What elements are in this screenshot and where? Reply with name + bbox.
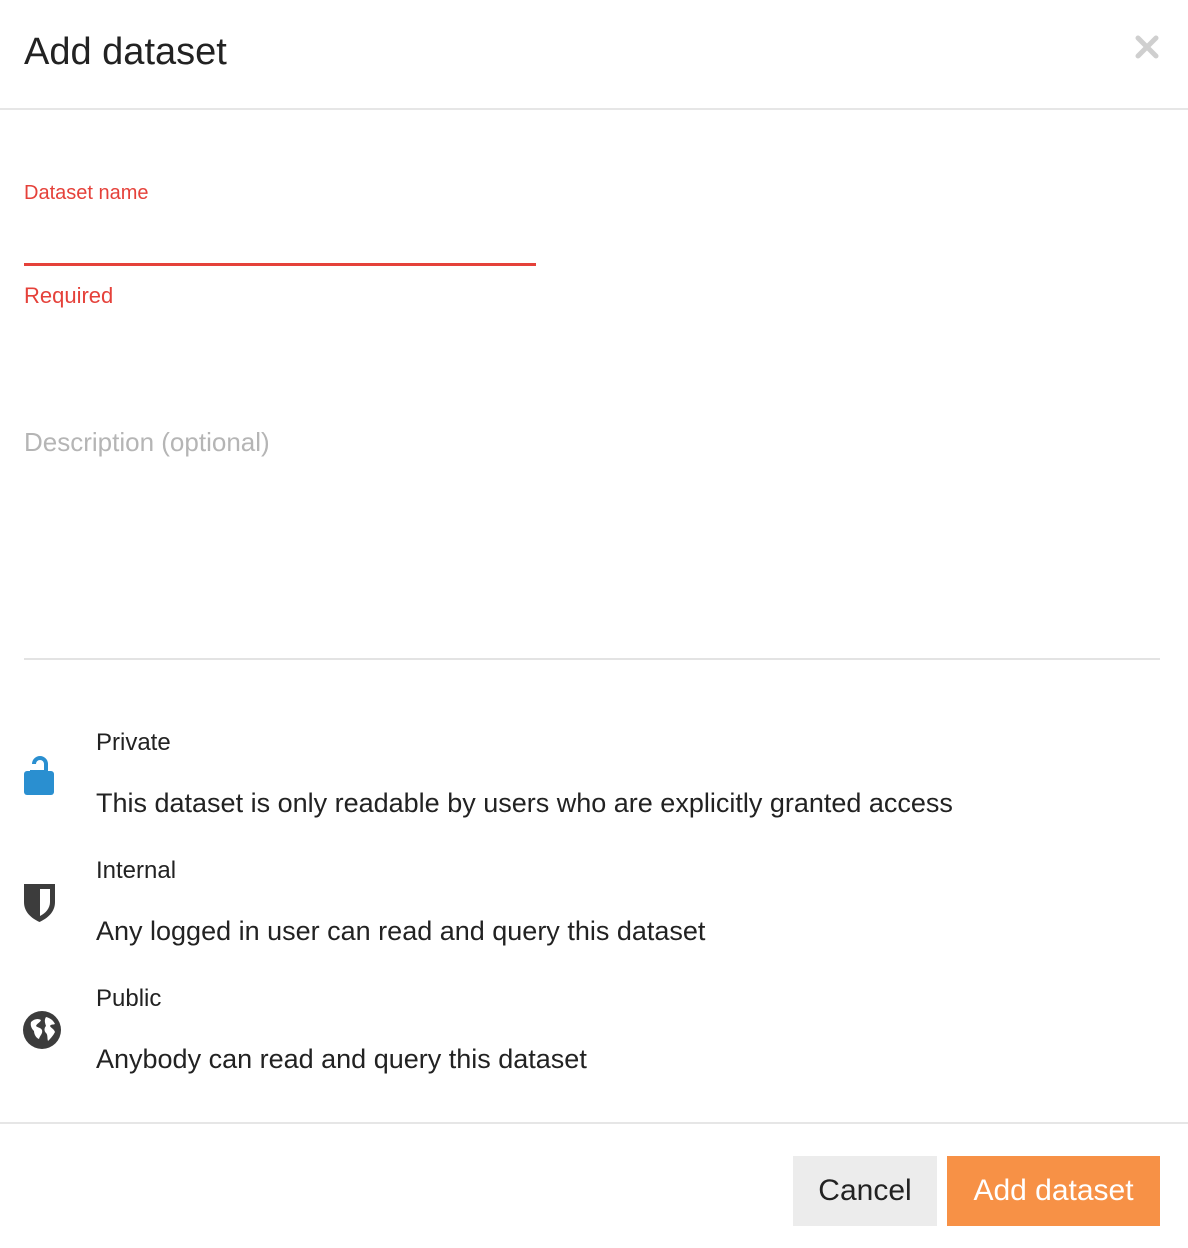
option-description: This dataset is only readable by users w… bbox=[96, 788, 953, 818]
option-title: Private bbox=[96, 729, 171, 756]
dialog-footer: Cancel Add dataset bbox=[0, 1122, 1188, 1248]
option-description: Any logged in user can read and query th… bbox=[96, 916, 706, 946]
option-title: Public bbox=[96, 985, 162, 1012]
cancel-button[interactable]: Cancel bbox=[793, 1156, 937, 1226]
shield-icon bbox=[22, 880, 66, 924]
lock-icon bbox=[22, 754, 66, 798]
dialog-title: Add dataset bbox=[24, 31, 227, 73]
dataset-name-error: Required bbox=[24, 283, 114, 308]
dataset-name-input[interactable] bbox=[24, 210, 536, 266]
visibility-option-internal[interactable]: Internal Any logged in user can read and… bbox=[0, 856, 1188, 966]
dataset-name-label: Dataset name bbox=[24, 182, 149, 204]
visibility-option-private[interactable]: Private This dataset is only readable by… bbox=[0, 728, 1188, 838]
option-description: Anybody can read and query this dataset bbox=[96, 1044, 587, 1074]
globe-icon bbox=[22, 1010, 66, 1054]
add-dataset-dialog: Add dataset Dataset name Required Privat… bbox=[0, 0, 1188, 1248]
close-icon[interactable] bbox=[1128, 28, 1166, 66]
visibility-option-public[interactable]: Public Anybody can read and query this d… bbox=[0, 984, 1188, 1094]
add-dataset-button[interactable]: Add dataset bbox=[947, 1156, 1160, 1226]
description-input[interactable] bbox=[24, 420, 1160, 660]
dialog-header: Add dataset bbox=[0, 0, 1188, 110]
option-title: Internal bbox=[96, 857, 177, 884]
